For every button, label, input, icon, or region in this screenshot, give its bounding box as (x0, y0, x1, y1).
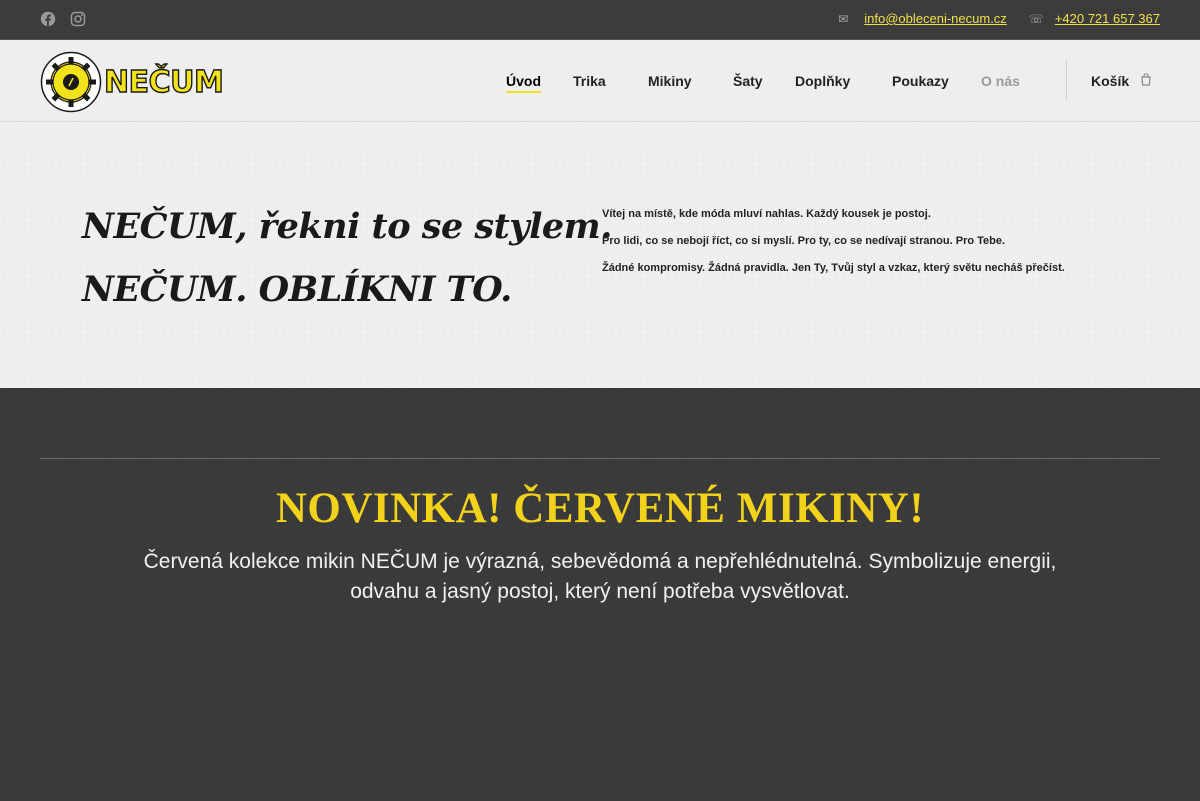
nav-divider (1066, 59, 1067, 101)
promo-section: NOVINKA! ČERVENÉ MIKINY! Červená kolekce… (0, 388, 1200, 801)
section-divider (40, 458, 1160, 459)
nav-item-poukazy[interactable]: Poukazy (892, 73, 949, 89)
hero-slogan-1: NEČUM, řekni to se stylem. (82, 206, 612, 247)
email-contact: ✉ info@obleceni-necum.cz (838, 11, 1007, 26)
nav-item-saty[interactable]: Šaty (733, 73, 763, 89)
logo[interactable]: NEČUM (40, 51, 225, 113)
nav-item-uvod[interactable]: Úvod (506, 73, 541, 93)
contact-info: ✉ info@obleceni-necum.cz ☏ +420 721 657 … (838, 11, 1160, 26)
hero-text: Vítej na místě, kde móda mluví nahlas. K… (602, 208, 1065, 289)
phone-link[interactable]: +420 721 657 367 (1055, 11, 1160, 26)
promo-headline: NOVINKA! ČERVENÉ MIKINY! (275, 485, 925, 532)
instagram-icon[interactable] (70, 11, 86, 27)
email-link[interactable]: info@obleceni-necum.cz (864, 11, 1007, 26)
envelope-icon: ✉ (838, 11, 849, 26)
phone-contact: ☏ +420 721 657 367 (1029, 11, 1160, 26)
hero-line: Žádné kompromisy. Žádná pravidla. Jen Ty… (602, 262, 1065, 274)
hero-slogan-2: NEČUM. OBLÍKNI TO. (82, 269, 512, 310)
hero-line: Vítej na místě, kde móda mluví nahlas. K… (602, 208, 931, 220)
main-header: NEČUM Úvod Trika Mikiny Šaty Doplňky Pou… (0, 40, 1200, 122)
logo-text: NEČUM (103, 64, 224, 100)
nav-item-mikiny[interactable]: Mikiny (648, 73, 692, 89)
shopping-bag-icon (1141, 73, 1151, 89)
promo-text: Červená kolekce mikin NEČUM je výrazná, … (143, 550, 1057, 603)
nav-item-trika[interactable]: Trika (573, 73, 606, 89)
top-bar: ✉ info@obleceni-necum.cz ☏ +420 721 657 … (0, 0, 1200, 40)
cart-link[interactable]: Košík (1091, 73, 1151, 89)
nav-item-o-nas[interactable]: O nás (981, 73, 1020, 89)
logo-gear-icon (40, 51, 102, 113)
cart-label: Košík (1091, 73, 1130, 89)
hero-line: Pro lidi, co se nebojí říct, co si myslí… (602, 235, 1006, 247)
phone-icon: ☏ (1028, 11, 1044, 26)
social-links (40, 11, 86, 27)
nav-item-doplnky[interactable]: Doplňky (795, 73, 850, 89)
facebook-icon[interactable] (40, 11, 56, 27)
hero-section: NEČUM, řekni to se stylem. NEČUM. OBLÍKN… (0, 122, 1200, 388)
